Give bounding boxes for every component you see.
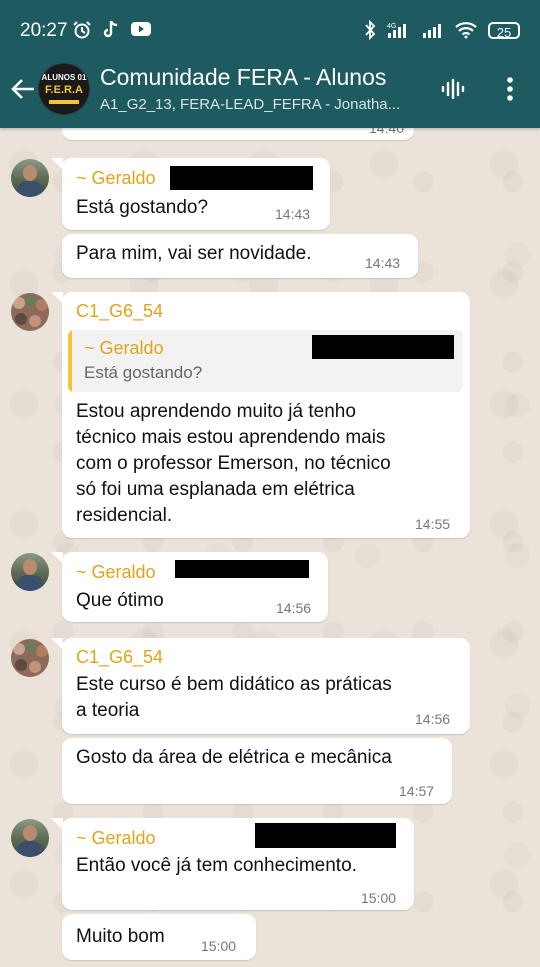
message-text: Que ótimo	[76, 590, 164, 611]
message-time: 14:57	[399, 783, 435, 799]
message-line: com o professor Emerson, no técnico	[76, 453, 391, 474]
message-line: residencial.	[76, 505, 173, 526]
message-sender[interactable]: C1_G6_54	[76, 301, 163, 322]
message-bubble[interactable]: Para mim, vai ser novidade. 14:43	[62, 234, 418, 278]
message-time: 14:56	[276, 600, 312, 616]
avatar-geraldo[interactable]	[11, 159, 49, 197]
message-sender[interactable]: ~ Geraldo	[76, 828, 156, 849]
group-title[interactable]: Comunidade FERA - Alunos	[100, 64, 386, 91]
chat-header: 20:27 4G 25 ALUNOS 01 F.E.R.A Comunidade…	[0, 0, 540, 128]
status-left-icons	[72, 20, 152, 40]
group-avatar-line1: ALUNOS 01	[41, 73, 87, 82]
group-avatar[interactable]: ALUNOS 01 F.E.R.A	[38, 63, 90, 115]
status-time: 20:27	[20, 20, 68, 41]
wifi-icon	[455, 22, 477, 39]
message-time: 15:00	[361, 890, 397, 906]
signal-icon: 4G	[387, 23, 406, 38]
redacted-phone	[255, 823, 396, 848]
redacted-phone	[175, 560, 309, 578]
message-text: Gosto da área de elétrica e mecânica	[76, 747, 392, 768]
message-time: 15:00	[201, 938, 237, 954]
tiktok-icon	[103, 20, 118, 38]
message-line: Este curso é bem didático as práticas	[76, 674, 392, 695]
avatar-geraldo[interactable]	[11, 819, 49, 857]
message-text: Estou aprendendo muito já tenho técnico …	[76, 399, 462, 529]
redacted-phone	[312, 335, 454, 359]
message-sender[interactable]: C1_G6_54	[76, 647, 163, 668]
quoted-text: Está gostando?	[84, 363, 203, 382]
more-options-icon[interactable]	[498, 76, 522, 102]
quoted-sender: ~ Geraldo	[84, 338, 164, 358]
message-bubble[interactable]: Muito bom 15:00	[62, 914, 256, 960]
message-line: técnico mais estou aprendendo mais	[76, 427, 386, 448]
alarm-icon	[73, 21, 91, 39]
message-time: 14:43	[365, 255, 401, 271]
bluetooth-icon	[365, 20, 376, 40]
message-time: 14:43	[275, 206, 311, 222]
group-members-subtitle[interactable]: A1_G2_13, FERA-LEAD_FEFRA - Jonatha...	[100, 96, 420, 113]
message-sender[interactable]: ~ Geraldo	[76, 168, 156, 189]
message-sender[interactable]: ~ Geraldo	[76, 562, 156, 583]
message-text: Então você já tem conhecimento.	[76, 855, 357, 876]
message-bubble[interactable]: C1_G6_54 Este curso é bem didático as pr…	[62, 638, 470, 734]
youtube-icon	[131, 22, 151, 36]
quoted-message[interactable]: ~ Geraldo Está gostando?	[68, 330, 463, 392]
message-bubble[interactable]: ~ Geraldo Então você já tem conhecimento…	[62, 818, 414, 910]
message-time: 14:55	[415, 516, 451, 532]
svg-text:4G: 4G	[387, 23, 396, 30]
message-line: a teoria	[76, 700, 140, 721]
redacted-phone	[170, 166, 313, 190]
battery-indicator: 25	[488, 21, 520, 40]
quote-stripe	[68, 330, 72, 392]
status-right-icons: 4G 25	[364, 20, 520, 40]
signal-icon-2	[423, 24, 441, 38]
message-bubble[interactable]: C1_G6_54 ~ Geraldo Está gostando? Estou …	[62, 292, 470, 538]
back-arrow-icon[interactable]	[10, 76, 36, 102]
group-avatar-bar	[49, 100, 79, 104]
group-avatar-line2: F.E.R.A	[45, 84, 83, 96]
message-bubble[interactable]: Gosto da área de elétrica e mecânica 14:…	[62, 738, 452, 804]
message-text: Muito bom	[76, 926, 165, 947]
message-text: Para mim, vai ser novidade.	[76, 243, 312, 264]
avatar-c1-g6-54[interactable]	[11, 639, 49, 677]
avatar-geraldo[interactable]	[11, 553, 49, 591]
message-text: Está gostando?	[76, 197, 209, 218]
voice-chat-icon[interactable]	[440, 78, 466, 100]
avatar-c1-g6-54[interactable]	[11, 293, 49, 331]
message-bubble[interactable]: ~ Geraldo Está gostando? 14:43	[62, 158, 330, 230]
message-bubble[interactable]: ~ Geraldo Que ótimo 14:56	[62, 552, 328, 622]
message-line: Estou aprendendo muito já tenho	[76, 401, 356, 422]
message-line: só foi uma esplanada em elétrica	[76, 479, 355, 500]
message-time: 14:56	[415, 711, 451, 727]
message-text: Este curso é bem didático as práticas a …	[76, 672, 462, 724]
